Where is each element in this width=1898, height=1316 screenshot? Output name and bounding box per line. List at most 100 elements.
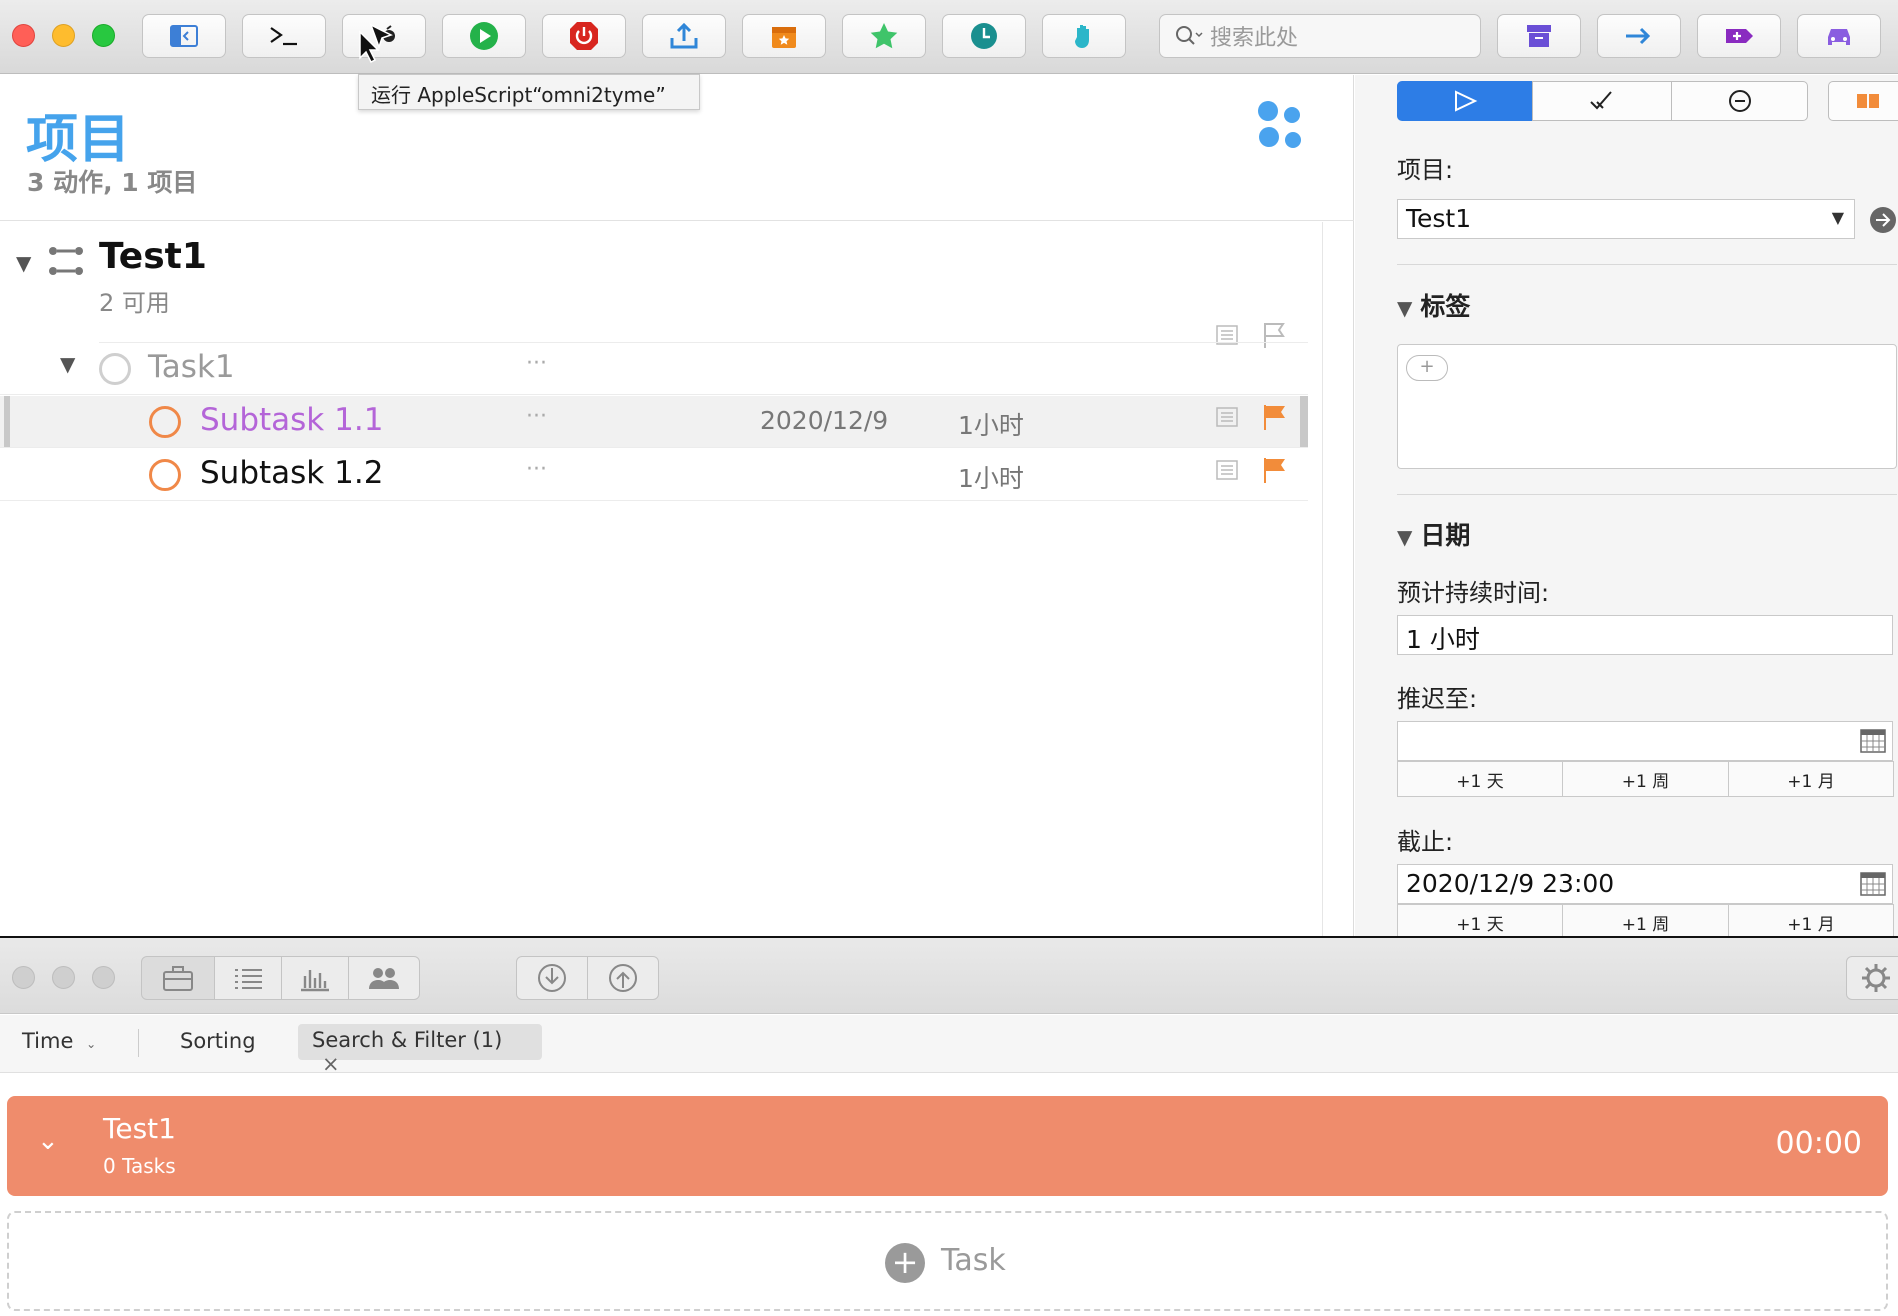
inspector-panel: 项目: Test1 ▼ ▼ 标签 + ▼ 日期 预计持续时间: 1 小时 推迟至: … bbox=[1355, 75, 1898, 936]
calendar-icon[interactable] bbox=[1860, 729, 1886, 753]
projects-perspective-icon bbox=[1258, 101, 1301, 148]
minimize-window-button[interactable] bbox=[52, 24, 75, 47]
dates-section-header[interactable]: ▼ 日期 bbox=[1397, 516, 1470, 552]
tab-active[interactable] bbox=[1397, 81, 1533, 121]
defer-plus-month-button[interactable]: +1 月 bbox=[1728, 761, 1894, 797]
terminal-button[interactable] bbox=[242, 14, 326, 58]
task-checkbox[interactable] bbox=[149, 406, 181, 438]
zoom-window-button[interactable] bbox=[92, 24, 115, 47]
tab-team[interactable] bbox=[348, 956, 420, 1000]
focus-button[interactable] bbox=[1042, 14, 1126, 58]
upload-circle-icon bbox=[609, 964, 637, 992]
disclosure-triangle-icon[interactable]: ▼ bbox=[60, 352, 75, 376]
note-icon[interactable] bbox=[1216, 407, 1238, 427]
tag-button[interactable] bbox=[1697, 14, 1781, 58]
duration-input[interactable]: 1 小时 bbox=[1397, 615, 1893, 655]
close-window-button[interactable] bbox=[12, 966, 35, 989]
defer-date-input[interactable] bbox=[1397, 721, 1893, 761]
car-button[interactable] bbox=[1797, 14, 1881, 58]
archive-button[interactable] bbox=[1497, 14, 1581, 58]
task-row-selected[interactable]: Subtask 1.1 ··· 2020/12/9 1小时 bbox=[0, 396, 1308, 448]
bar-chart-icon bbox=[301, 970, 329, 992]
minimize-window-button[interactable] bbox=[52, 966, 75, 989]
task-more-button[interactable]: ··· bbox=[526, 351, 547, 376]
share-button[interactable] bbox=[642, 14, 726, 58]
scrollbar-track[interactable] bbox=[1322, 222, 1323, 936]
stop-button[interactable] bbox=[542, 14, 626, 58]
tag-icon bbox=[1726, 29, 1753, 43]
project-select[interactable]: Test1 ▼ bbox=[1397, 199, 1855, 239]
applescript-button[interactable] bbox=[342, 14, 426, 58]
task-name[interactable]: Subtask 1.1 bbox=[200, 402, 383, 438]
outline-pane: 项目 3 动作, 1 项目 ▼ Test1 2 可用 ▼ Task1 ··· S… bbox=[0, 75, 1354, 936]
task-due-date[interactable]: 2020/12/9 bbox=[760, 406, 888, 435]
project-timer-card[interactable]: ⌄ Test1 0 Tasks 00:00 bbox=[7, 1096, 1888, 1196]
task-row[interactable]: Subtask 1.2 ··· 1小时 bbox=[0, 449, 1308, 501]
disclosure-triangle-icon[interactable]: ▼ bbox=[16, 251, 31, 275]
tab-reports[interactable] bbox=[281, 956, 349, 1000]
tab-dropped[interactable] bbox=[1671, 81, 1808, 121]
filter-bar: Time ⌄ Sorting Search & Filter (1) × bbox=[0, 1015, 1898, 1076]
note-icon[interactable] bbox=[1216, 460, 1238, 480]
calendar-icon[interactable] bbox=[1860, 872, 1886, 896]
task-more-button[interactable]: ··· bbox=[526, 404, 547, 429]
due-plus-week-button[interactable]: +1 周 bbox=[1562, 904, 1729, 936]
task-more-button[interactable]: ··· bbox=[526, 457, 547, 482]
flag-toggle-button[interactable] bbox=[1828, 81, 1898, 121]
close-window-button[interactable] bbox=[12, 24, 35, 47]
time-dropdown[interactable]: Time ⌄ bbox=[22, 1029, 96, 1053]
due-plus-month-button[interactable]: +1 月 bbox=[1728, 904, 1894, 936]
go-to-project-icon[interactable] bbox=[1869, 206, 1897, 234]
defer-plus-day-button[interactable]: +1 天 bbox=[1397, 761, 1563, 797]
project-row[interactable]: ▼ Test1 2 可用 bbox=[0, 233, 1308, 348]
add-task-label: Task bbox=[941, 1243, 1006, 1278]
add-task-area[interactable]: + Task bbox=[7, 1211, 1888, 1311]
task-checkbox[interactable] bbox=[99, 353, 131, 385]
close-icon[interactable]: × bbox=[322, 1052, 340, 1076]
due-date-input[interactable]: 2020/12/9 23:00 bbox=[1397, 864, 1893, 904]
archive-icon bbox=[1527, 25, 1551, 47]
clock-icon bbox=[971, 23, 997, 49]
project-name[interactable]: Test1 bbox=[99, 236, 207, 277]
task-checkbox[interactable] bbox=[149, 459, 181, 491]
add-tag-button[interactable]: + bbox=[1406, 355, 1448, 381]
project-parallel-icon bbox=[49, 247, 83, 275]
list-icon bbox=[235, 969, 262, 989]
disclosure-triangle-icon: ▼ bbox=[1397, 296, 1413, 320]
export-button[interactable] bbox=[587, 956, 659, 1000]
people-icon bbox=[369, 968, 399, 989]
book-flag-icon bbox=[1857, 94, 1879, 108]
chevron-down-icon[interactable]: ⌄ bbox=[37, 1126, 59, 1156]
defer-plus-week-button[interactable]: +1 周 bbox=[1562, 761, 1729, 797]
tags-field[interactable]: + bbox=[1397, 344, 1897, 469]
zoom-window-button[interactable] bbox=[92, 966, 115, 989]
task-name[interactable]: Subtask 1.2 bbox=[200, 455, 383, 491]
favorite-button[interactable] bbox=[842, 14, 926, 58]
sidebar-toggle-button[interactable] bbox=[142, 14, 226, 58]
task-name[interactable]: Task1 bbox=[148, 349, 235, 385]
toolbar: 搜索此处 bbox=[0, 0, 1898, 74]
tab-projects[interactable] bbox=[141, 956, 215, 1000]
import-button[interactable] bbox=[516, 956, 588, 1000]
flag-icon[interactable] bbox=[1262, 456, 1288, 484]
tab-available[interactable] bbox=[1532, 81, 1672, 121]
start-timer-button[interactable] bbox=[442, 14, 526, 58]
search-field[interactable]: 搜索此处 bbox=[1159, 14, 1481, 58]
sorting-button[interactable]: Sorting bbox=[180, 1029, 256, 1053]
task-row[interactable]: ▼ Task1 ··· bbox=[0, 343, 1308, 430]
tab-list[interactable] bbox=[214, 956, 282, 1000]
time-button[interactable] bbox=[942, 14, 1026, 58]
tags-section-title: 标签 bbox=[1420, 292, 1471, 321]
card-subtitle: 0 Tasks bbox=[103, 1154, 176, 1178]
task-duration[interactable]: 1小时 bbox=[958, 406, 1024, 442]
flag-icon[interactable] bbox=[1262, 403, 1288, 431]
calendar-button[interactable] bbox=[742, 14, 826, 58]
search-filter-chip[interactable]: Search & Filter (1) × bbox=[298, 1024, 542, 1076]
checkmark-icon bbox=[1590, 91, 1612, 110]
task-duration[interactable]: 1小时 bbox=[958, 459, 1024, 495]
tags-section-header[interactable]: ▼ 标签 bbox=[1397, 287, 1470, 323]
due-plus-day-button[interactable]: +1 天 bbox=[1397, 904, 1563, 936]
move-button[interactable] bbox=[1597, 14, 1681, 58]
settings-button[interactable] bbox=[1846, 956, 1898, 1000]
car-icon bbox=[1828, 29, 1850, 45]
